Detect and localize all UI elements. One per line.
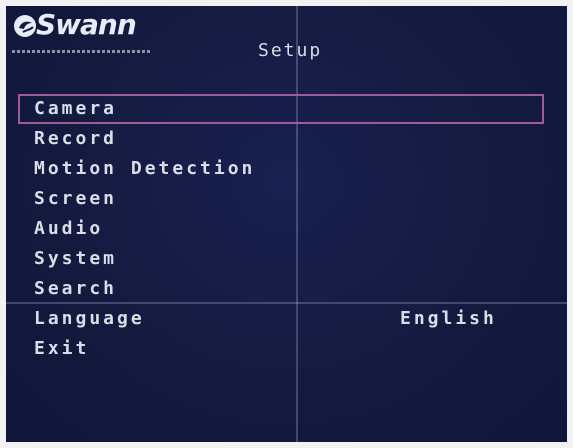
swann-logo: Swann	[12, 8, 162, 64]
menu-item-label: Screen	[34, 188, 118, 209]
dvr-screen: Swann Setup Camera Record Motion Detecti…	[6, 6, 567, 442]
menu-item-system[interactable]: System	[18, 244, 544, 274]
menu-item-language[interactable]: Language English	[18, 304, 544, 334]
menu-item-label: Audio	[34, 218, 104, 239]
menu-item-label: Camera	[34, 98, 118, 119]
menu-item-camera[interactable]: Camera	[18, 94, 544, 124]
menu-item-label: System	[34, 248, 118, 269]
menu-item-audio[interactable]: Audio	[18, 214, 544, 244]
brand-tagline-graphic	[12, 50, 152, 53]
menu-item-motion-detection[interactable]: Motion Detection	[18, 154, 544, 184]
setup-menu: Camera Record Motion Detection Screen Au…	[18, 94, 544, 364]
brand-name: Swann	[36, 8, 137, 41]
menu-item-label: Record	[34, 128, 118, 149]
menu-item-record[interactable]: Record	[18, 124, 544, 154]
page-title: Setup	[258, 40, 323, 61]
menu-item-screen[interactable]: Screen	[18, 184, 544, 214]
menu-item-exit[interactable]: Exit	[18, 334, 544, 364]
language-value[interactable]: English	[400, 304, 497, 334]
menu-item-label: Language	[34, 308, 145, 329]
menu-item-label: Exit	[34, 338, 90, 359]
menu-item-label: Search	[34, 278, 118, 299]
menu-item-search[interactable]: Search	[18, 274, 544, 304]
menu-item-label: Motion Detection	[34, 158, 256, 179]
